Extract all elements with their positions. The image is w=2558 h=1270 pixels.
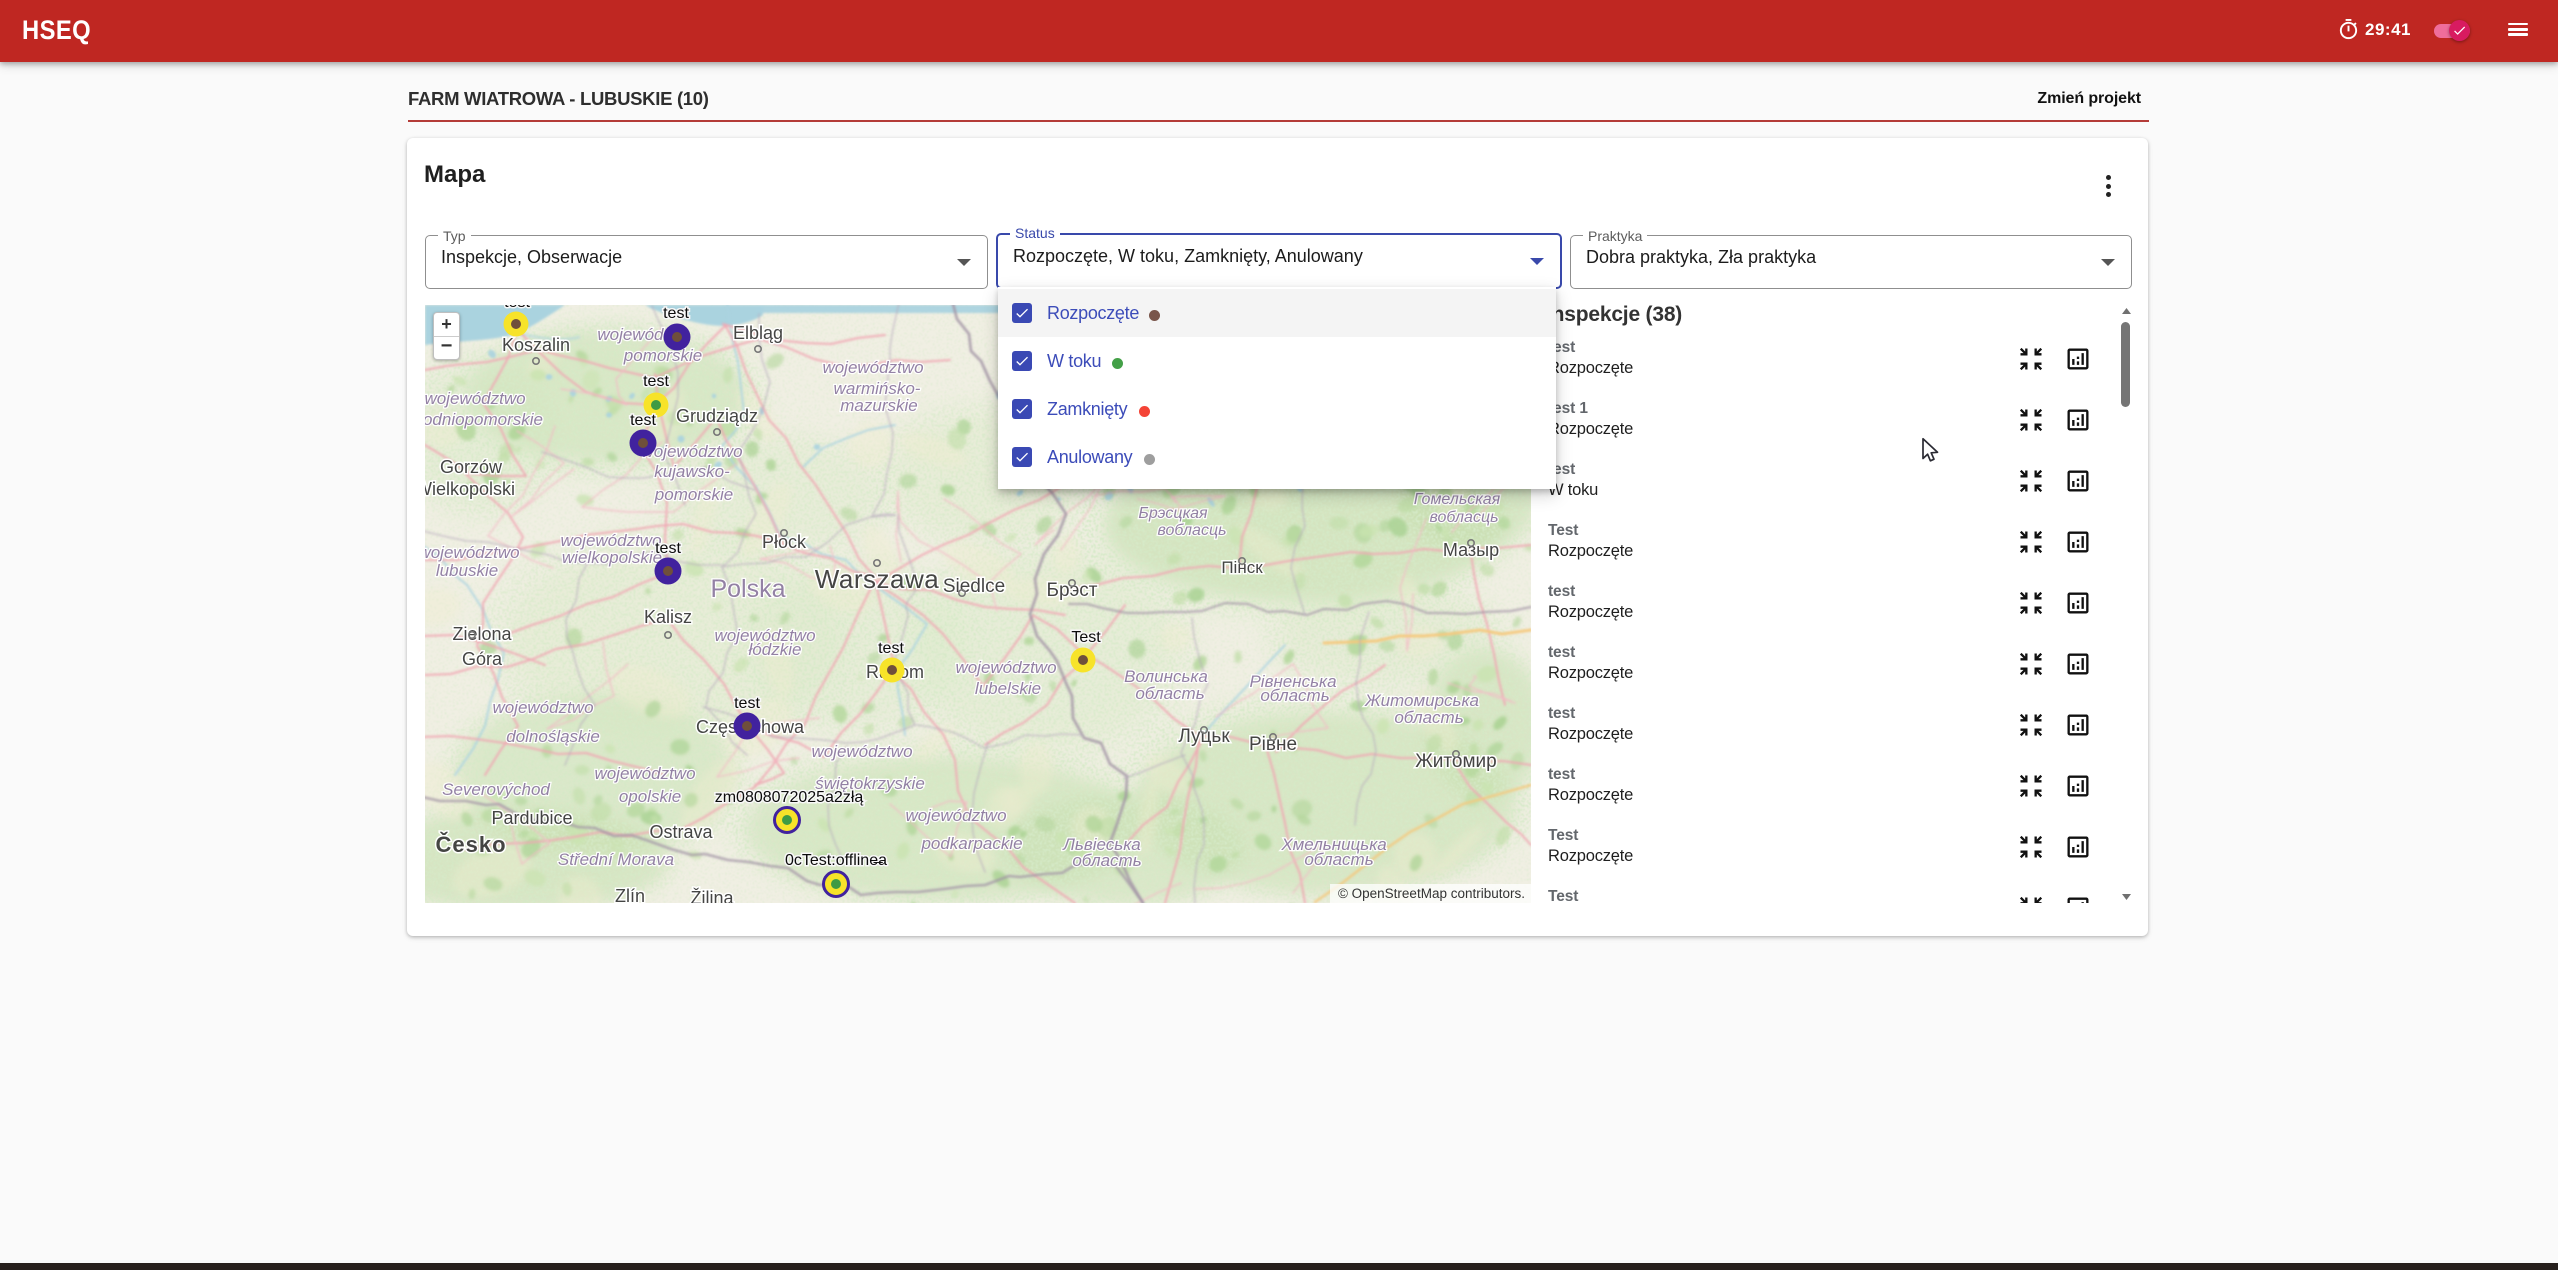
svg-text:test: test [734,695,760,712]
svg-text:łódzkie: łódzkie [749,640,802,659]
svg-text:województwo: województwo [425,389,526,408]
svg-text:Elbląg: Elbląg [733,323,783,343]
svg-text:Брэст: Брэст [1047,580,1098,601]
svg-text:вобласць: вобласць [1429,509,1498,526]
svg-text:Žilina: Žilina [690,888,734,903]
svg-text:Wielkopolski: Wielkopolski [425,479,515,499]
svg-text:Zielona: Zielona [452,624,512,644]
svg-text:Житомир: Житомир [1415,751,1496,772]
svg-text:Брэсцкая: Брэсцкая [1138,505,1208,522]
svg-text:test: test [643,373,669,390]
svg-text:Луцьк: Луцьк [1178,726,1230,747]
svg-text:test: test [504,305,530,311]
svg-text:Střední Morava: Střední Morava [558,850,674,869]
svg-text:Warszawa: Warszawa [815,564,939,594]
svg-text:opolskie: opolskie [619,787,681,806]
svg-text:вобласць: вобласць [1157,522,1226,539]
svg-text:Рівне: Рівне [1249,734,1297,755]
svg-text:Pardubice: Pardubice [491,808,572,828]
svg-text:Koszalin: Koszalin [502,335,570,355]
svg-text:dolnośląskie: dolnośląskie [506,727,600,746]
svg-text:область: область [1304,850,1373,869]
svg-text:test: test [878,640,904,657]
svg-text:województwo: województwo [811,742,912,761]
svg-text:Ostrava: Ostrava [649,822,713,842]
svg-text:test: test [663,305,689,322]
svg-text:0cTest:offline̶a: 0cTest:offline̶a [785,852,887,869]
svg-text:Мазыр: Мазыр [1443,540,1499,560]
svg-text:województwo: województwo [492,698,593,717]
svg-text:test: test [630,412,656,429]
svg-text:lubuskie: lubuskie [436,561,498,580]
svg-text:województwo: województwo [905,806,1006,825]
svg-text:Kalisz: Kalisz [644,607,692,627]
svg-text:Гомельская: Гомельская [1414,491,1501,508]
svg-text:województwo: województwo [955,658,1056,677]
svg-text:Česko: Česko [435,832,506,857]
svg-text:podkarpackie: podkarpackie [920,834,1022,853]
svg-text:Severovýchod: Severovýchod [442,780,550,799]
svg-text:pomorskie: pomorskie [623,346,702,365]
svg-text:wielkopolskie: wielkopolskie [562,548,662,567]
svg-text:Góra: Góra [462,649,503,669]
svg-text:область: область [1135,684,1204,703]
svg-text:Grudziądz: Grudziądz [676,406,758,426]
svg-text:Polska: Polska [710,575,785,603]
svg-text:kujawsko-: kujawsko- [654,462,730,481]
svg-text:область: область [1260,686,1329,705]
svg-text:Test: Test [1071,629,1101,646]
svg-text:zm0808072025a2złą: zm0808072025a2złą [715,789,864,806]
svg-text:zachodniopomorskie: zachodniopomorskie [425,410,543,429]
svg-text:Płock: Płock [762,532,807,552]
svg-text:Gorzów: Gorzów [440,457,503,477]
svg-text:województwo: województwo [594,764,695,783]
svg-text:Zlín: Zlín [615,886,645,903]
svg-text:область: область [1072,851,1141,870]
svg-text:Siedlce: Siedlce [943,576,1005,597]
svg-text:województwo: województwo [822,358,923,377]
svg-text:область: область [1394,708,1463,727]
svg-text:lubelskie: lubelskie [975,679,1041,698]
svg-text:Пінск: Пінск [1221,558,1263,577]
svg-text:mazurskie: mazurskie [840,396,917,415]
svg-text:województwo: województwo [425,543,520,562]
svg-text:test: test [655,540,681,557]
svg-text:województwo: województwo [641,442,742,461]
svg-text:pomorskie: pomorskie [654,485,733,504]
